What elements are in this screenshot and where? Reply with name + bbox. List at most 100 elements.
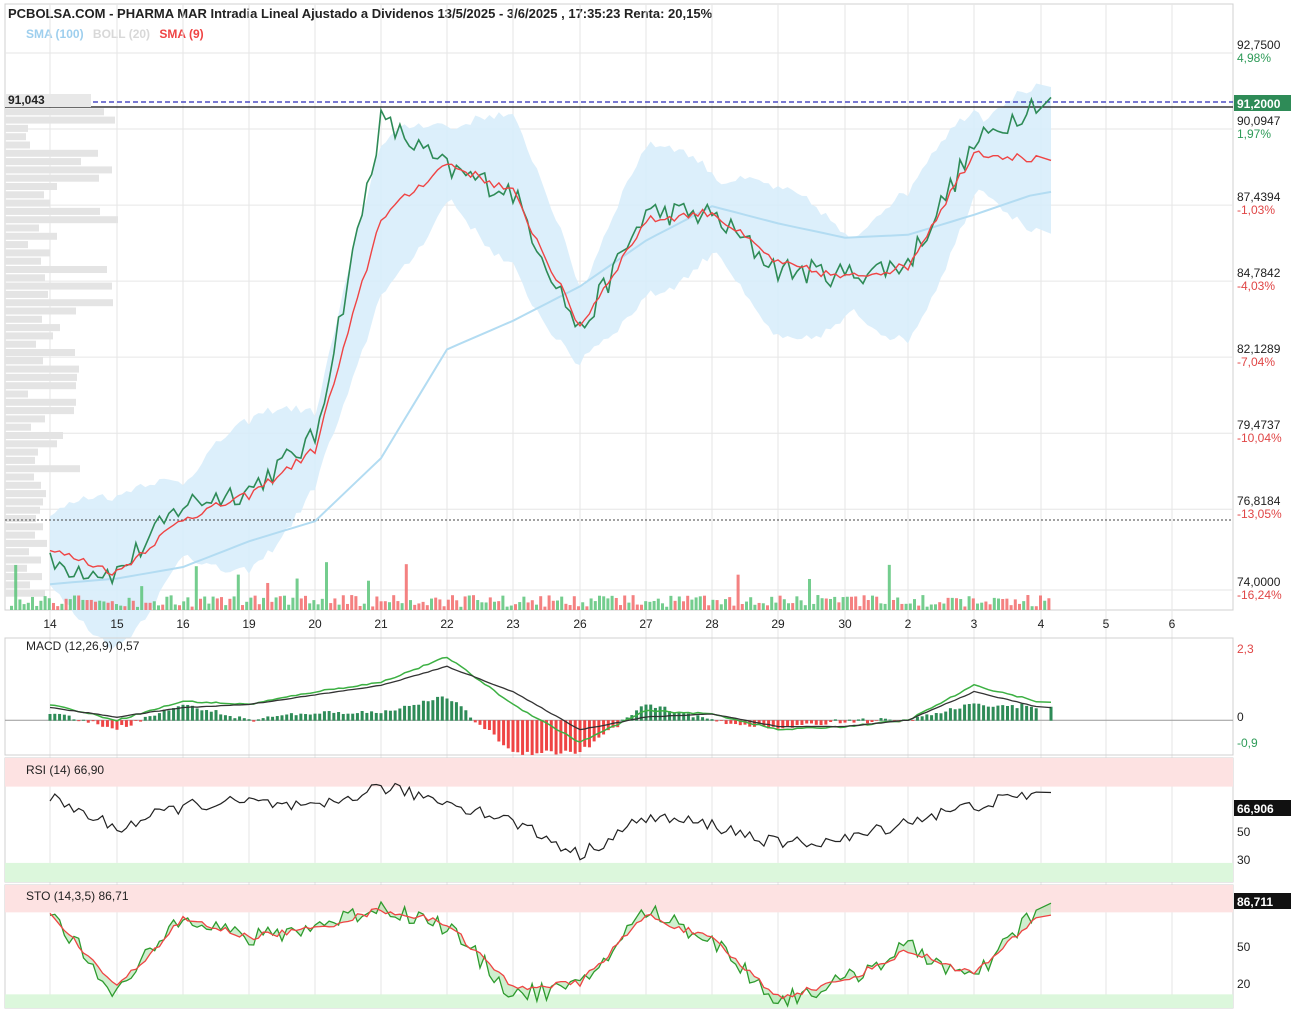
volume-bar (564, 603, 568, 610)
volume-bar (896, 597, 900, 610)
x-tick-label: 2 (905, 617, 912, 631)
volume-profile-bar (5, 448, 38, 456)
volume-profile-bar (5, 116, 115, 124)
macd-histogram-bar (483, 720, 487, 730)
volume-bar (396, 601, 400, 610)
macd-histogram-bar (663, 706, 667, 721)
macd-panel-frame (4, 637, 1234, 756)
volume-bar (455, 600, 459, 610)
volume-bar (833, 596, 837, 610)
volume-bar (946, 597, 950, 610)
volume-bar (841, 597, 845, 610)
volume-bar (224, 605, 228, 610)
volume-bar (341, 595, 345, 610)
macd-histogram-bar (879, 718, 883, 721)
macd-histogram-bar (866, 720, 869, 724)
macd-histogram-bar (583, 720, 587, 747)
macd-histogram-bar (67, 715, 71, 721)
volume-bar (1018, 603, 1021, 610)
macd-histogram-bar (445, 698, 449, 721)
y-tick-pct: 4,98% (1237, 51, 1271, 65)
volume-bar (241, 605, 244, 610)
volume-bar (476, 600, 480, 610)
volume-bar (320, 598, 324, 610)
macd-histogram-bar (82, 719, 85, 721)
macd-histogram-bar (1049, 706, 1053, 721)
volume-profile-bar (5, 465, 80, 473)
volume-bar (732, 605, 736, 610)
macd-histogram-bar (478, 720, 482, 725)
rsi-label: RSI (14) 66,90 (26, 763, 104, 777)
volume-profile-bar (5, 398, 76, 406)
volume-bar (787, 603, 790, 610)
macd-histogram-bar (810, 720, 813, 724)
volume-bar (715, 600, 719, 610)
rsi-tick-30: 30 (1237, 853, 1251, 867)
macd-histogram-bar (1001, 705, 1005, 721)
volume-bar (451, 595, 454, 610)
sto-k-line (49, 900, 1052, 1008)
volume-bar (127, 597, 131, 610)
macd-histogram-bar (219, 714, 223, 721)
volume-bar (283, 595, 286, 610)
volume-bar (908, 603, 912, 610)
volume-profile-bar (5, 282, 112, 290)
volume-bar (203, 596, 207, 610)
volume-bar (514, 604, 517, 610)
x-tick-label: 22 (440, 617, 454, 631)
volume-bar (245, 601, 249, 610)
volume-bar (749, 597, 753, 610)
macd-histogram-bar (852, 720, 856, 723)
macd-histogram-bar (602, 720, 606, 735)
volume-bar (278, 596, 282, 610)
volume-bar (144, 602, 148, 610)
volume-bar (383, 601, 387, 610)
volume-bar (438, 599, 442, 610)
y-tick-price: 90,0947 (1237, 114, 1281, 128)
volume-bar (917, 605, 921, 610)
volume-bar (136, 606, 139, 610)
volume-profile-bar (5, 440, 57, 448)
macd-histogram-bar (426, 701, 430, 721)
volume-bar (711, 599, 715, 610)
volume-bar (682, 601, 685, 610)
volume-bar (52, 602, 55, 610)
volume-bar (774, 602, 778, 610)
macd-histogram-bar (682, 713, 686, 721)
volume-bar (992, 597, 996, 610)
volume-bar (295, 578, 299, 610)
stock-chart[interactable]: 91,043 92,75004,98% 90,09471,97% 87,4394-1,… (0, 0, 1299, 1013)
macd-histogram-bar (506, 720, 510, 749)
macd-histogram-bar (403, 705, 407, 721)
macd-histogram-bar (587, 720, 591, 748)
macd-histogram-bar (805, 720, 809, 724)
x-tick-label: 29 (771, 617, 785, 631)
macd-histogram-bar (379, 713, 383, 721)
volume-bar (26, 602, 30, 610)
volume-bar (820, 598, 824, 610)
macd-histogram-bar (573, 720, 577, 754)
macd-histogram-bar (48, 713, 52, 721)
bollinger-band (50, 83, 1051, 650)
volume-bar (543, 606, 547, 610)
volume-profile-bar (5, 415, 45, 423)
macd-histogram-bar (421, 700, 425, 721)
macd-histogram-bar (564, 720, 568, 751)
volume-profile-bar (5, 382, 76, 390)
volume-bar (535, 604, 538, 610)
volume-bar (921, 595, 925, 610)
volume-bar (354, 596, 358, 610)
macd-histogram-bar (337, 712, 341, 721)
volume-profile-bar (5, 232, 57, 240)
x-tick-label: 26 (573, 617, 587, 631)
volume-bar (812, 603, 816, 610)
macd-histogram-bar (930, 715, 934, 721)
x-tick-label: 5 (1103, 617, 1110, 631)
volume-profile-bar (5, 266, 107, 273)
volume-bar (367, 580, 370, 610)
rsi-line (49, 782, 1052, 861)
volume-bar (253, 595, 257, 610)
macd-tick-zero: 0 (1237, 710, 1244, 724)
macd-histogram-bar (875, 720, 878, 721)
rsi-overbought-zone (5, 758, 1233, 787)
